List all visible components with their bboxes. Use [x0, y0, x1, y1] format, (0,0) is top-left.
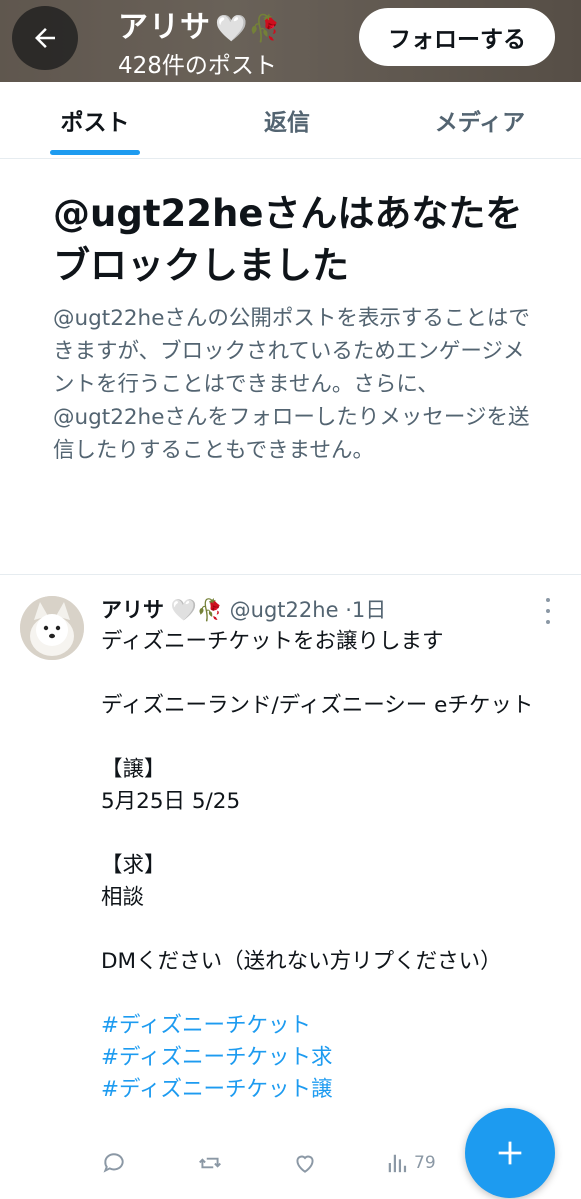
- post-text: ディズニーチケットをお譲りします ディズニーランド/ディズニーシー eチケット …: [101, 626, 551, 1106]
- views-button[interactable]: 79: [386, 1147, 436, 1179]
- dog-avatar-image: [20, 596, 84, 660]
- tab-replies[interactable]: 返信: [222, 82, 352, 158]
- tab-media[interactable]: メディア: [410, 82, 550, 158]
- back-button[interactable]: [12, 6, 78, 70]
- compose-post-button[interactable]: [465, 1108, 555, 1198]
- follow-button[interactable]: フォローする: [359, 8, 555, 66]
- profile-name-emoji: 🤍🥀: [215, 14, 282, 44]
- profile-tabs: ポスト 返信 メディア: [0, 82, 581, 159]
- avatar[interactable]: [20, 596, 84, 660]
- blocked-notice-description: @ugt22heさんの公開ポストを表示することはできますが、ブロックされているた…: [53, 306, 530, 463]
- post-header: アリサ 🤍🥀 @ugt22he ·1日: [101, 594, 386, 626]
- post-line: ディズニーチケットをお譲りします: [101, 629, 444, 654]
- post-author-emoji: 🤍🥀: [170, 598, 223, 622]
- repost-button[interactable]: [196, 1147, 224, 1179]
- post-author-handle[interactable]: @ugt22he: [230, 598, 339, 622]
- post-timestamp[interactable]: 1日: [352, 598, 386, 622]
- post-dot-separator: ·: [345, 598, 352, 622]
- divider: [0, 574, 581, 575]
- post-line: DMください（送れない方リプください）: [101, 949, 502, 974]
- profile-header: アリサ 🤍🥀 428件のポスト フォローする: [0, 0, 581, 82]
- blocked-notice-title: @ugt22heさんはあなたをブロックしました: [53, 192, 523, 287]
- post-author-name[interactable]: アリサ: [101, 598, 164, 622]
- post-line: 5月25日 5/25: [101, 789, 241, 814]
- post-line: 【求】: [101, 853, 166, 878]
- hashtag-link[interactable]: #ディズニーチケット求: [101, 1042, 551, 1074]
- hashtag-link[interactable]: #ディズニーチケット譲: [101, 1074, 551, 1106]
- post-count: 428件のポスト: [118, 53, 277, 79]
- profile-name-text: アリサ: [118, 10, 211, 45]
- post-line: ディズニーランド/ディズニーシー eチケット: [101, 693, 534, 718]
- post-line: 相談: [101, 885, 145, 910]
- bar-chart-icon: [388, 1154, 407, 1173]
- active-tab-indicator: [50, 150, 140, 155]
- tab-posts[interactable]: ポスト: [30, 82, 160, 158]
- repost-icon: [199, 1157, 221, 1169]
- reply-button[interactable]: [101, 1147, 127, 1179]
- hashtag-link[interactable]: #ディズニーチケット: [101, 1010, 551, 1042]
- post-line: 【譲】: [101, 757, 166, 782]
- views-count: 79: [414, 1153, 436, 1173]
- reply-icon: [103, 1153, 124, 1173]
- like-button[interactable]: [292, 1147, 318, 1179]
- heart-icon: [296, 1155, 314, 1173]
- arrow-left-icon: [35, 28, 55, 48]
- plus-icon: [498, 1141, 522, 1165]
- more-options-icon[interactable]: [538, 598, 558, 624]
- profile-name: アリサ 🤍🥀: [118, 2, 282, 46]
